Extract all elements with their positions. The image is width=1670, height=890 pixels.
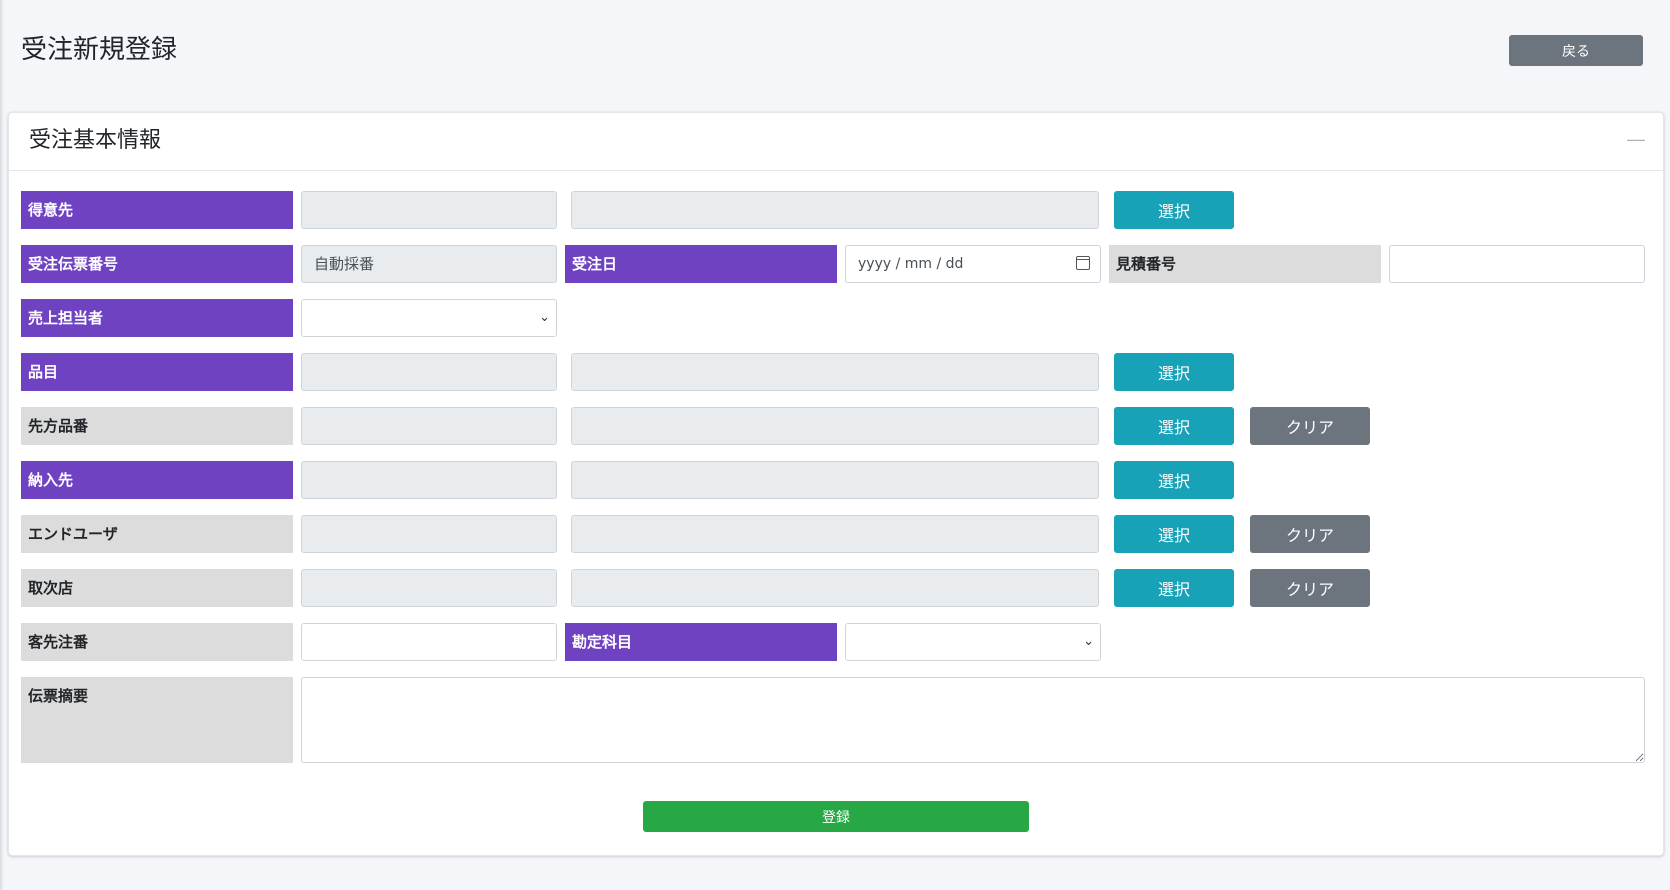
item-select-button[interactable]: 選択 [1114,353,1234,391]
minus-icon[interactable]: — [1627,129,1645,149]
order-date-placeholder: yyyy / mm / dd [858,256,964,272]
end-user-code-field [301,515,557,553]
card-title: 受注基本情報 [29,128,162,153]
label-customer-order-no: 客先注番 [21,623,293,661]
label-item: 品目 [21,353,293,391]
label-customer: 得意先 [21,191,293,229]
agency-name-field [571,569,1099,607]
customer-part-no-select-button[interactable]: 選択 [1114,407,1234,445]
label-order-slip-no: 受注伝票番号 [21,245,293,283]
customer-part-no-clear-button[interactable]: クリア [1250,407,1370,445]
agency-code-field [301,569,557,607]
left-edge [0,0,4,890]
page-title: 受注新規登録 [21,35,178,65]
card-header: 受注基本情報 — [9,113,1663,171]
order-basic-info-card: 受注基本情報 — 得意先 選択 受注伝票番号 自動採番 受注日 yyyy / m… [8,112,1664,856]
label-agency: 取次店 [21,569,293,607]
chevron-down-icon: ⌄ [539,310,550,325]
agency-select-button[interactable]: 選択 [1114,569,1234,607]
customer-part-no-code-field [301,407,557,445]
delivery-dest-name-field [571,461,1099,499]
end-user-name-field [571,515,1099,553]
item-code-field [301,353,557,391]
label-sales-rep: 売上担当者 [21,299,293,337]
calendar-icon[interactable] [1076,256,1090,270]
customer-part-no-name-field [571,407,1099,445]
order-slip-no-field: 自動採番 [301,245,557,283]
estimate-no-input[interactable] [1389,245,1645,283]
end-user-clear-button[interactable]: クリア [1250,515,1370,553]
end-user-select-button[interactable]: 選択 [1114,515,1234,553]
slip-summary-textarea[interactable] [301,677,1645,763]
account-select[interactable]: ⌄ [845,623,1101,661]
customer-name-field [571,191,1099,229]
order-date-input[interactable]: yyyy / mm / dd [845,245,1101,283]
label-estimate-no: 見積番号 [1109,245,1381,283]
sales-rep-select[interactable]: ⌄ [301,299,557,337]
label-end-user: エンドユーザ [21,515,293,553]
label-slip-summary: 伝票摘要 [21,677,293,763]
delivery-dest-select-button[interactable]: 選択 [1114,461,1234,499]
customer-order-no-input[interactable] [301,623,557,661]
register-button[interactable]: 登録 [643,801,1029,832]
label-account: 勘定科目 [565,623,837,661]
item-name-field [571,353,1099,391]
back-button[interactable]: 戻る [1509,35,1643,66]
delivery-dest-code-field [301,461,557,499]
customer-select-button[interactable]: 選択 [1114,191,1234,229]
chevron-down-icon: ⌄ [1083,634,1094,649]
label-order-date: 受注日 [565,245,837,283]
label-customer-part-no: 先方品番 [21,407,293,445]
agency-clear-button[interactable]: クリア [1250,569,1370,607]
label-delivery-dest: 納入先 [21,461,293,499]
customer-code-field [301,191,557,229]
